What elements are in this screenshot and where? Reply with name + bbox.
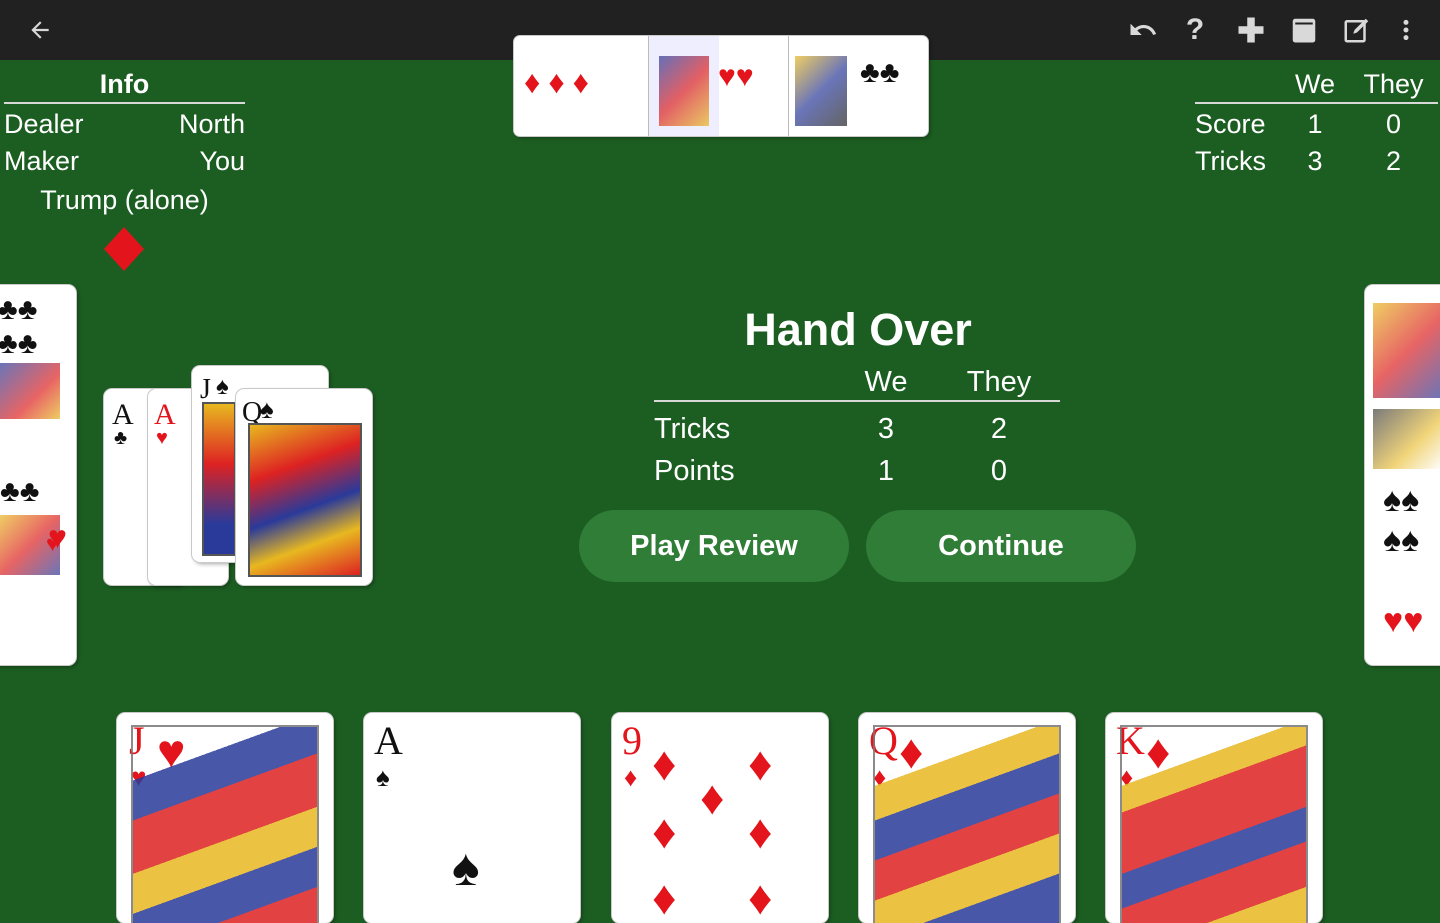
- card-suit: ♦: [624, 763, 638, 792]
- card-suit: ♠: [376, 763, 390, 792]
- pile-card: ♣♣ ♣♣: [0, 293, 38, 360]
- score-they: 0: [1385, 109, 1402, 139]
- divider: [654, 400, 1060, 402]
- card-pip: ♦: [748, 872, 773, 923]
- question-icon[interactable]: ?: [1175, 10, 1215, 50]
- hand-card-queen-diamonds[interactable]: Q ♦ ♦: [859, 713, 1075, 923]
- card-rank: 9: [622, 718, 642, 763]
- add-icon[interactable]: [1231, 10, 1271, 50]
- pile-card: ♥: [46, 531, 60, 556]
- pile-card: ♦ ♦ ♦: [524, 64, 589, 100]
- card-rank: A: [374, 718, 403, 763]
- row-they: 2: [990, 413, 1008, 445]
- face-art: [202, 402, 236, 556]
- maker-label: Maker: [4, 146, 80, 176]
- they-header: They: [966, 366, 1032, 398]
- hand-over-title: Hand Over: [744, 304, 972, 355]
- scoreboard-header: We They: [1195, 66, 1438, 102]
- pile-card: ♠♠ ♠♠: [1383, 482, 1420, 559]
- they-header: They: [1363, 69, 1424, 99]
- score-label: Score: [1195, 109, 1266, 139]
- pile-card: ♣♣: [860, 56, 900, 89]
- north-trick-pile: ♦ ♦ ♦ ♥♥ ♣♣: [514, 36, 928, 136]
- card-suit: ♥: [156, 427, 168, 449]
- score-we: 1: [1307, 109, 1323, 139]
- pile-card-face: [1373, 409, 1440, 469]
- card-suit: ♠: [260, 395, 274, 424]
- hand-card-nine-diamonds[interactable]: 9 ♦ ♦ ♦ ♦ ♦ ♦ ♦ ♦: [612, 713, 828, 923]
- pile-card-face: [788, 36, 855, 136]
- card-pip: ♦: [652, 738, 677, 791]
- row-label: Points: [654, 455, 735, 487]
- scoreboard: We They Score 1 0 Tricks 3 2: [1195, 66, 1438, 178]
- maker-row: Maker You: [4, 141, 245, 178]
- we-header: We: [1294, 69, 1335, 99]
- card-suit-large: ♠: [452, 840, 480, 897]
- edit-icon[interactable]: [1337, 10, 1377, 50]
- dealer-value: North: [178, 109, 245, 139]
- hand-over-header: We They: [654, 364, 1060, 400]
- dealer-row: Dealer North: [4, 104, 245, 141]
- tricks-we: 3: [1307, 146, 1323, 176]
- we-header: We: [864, 366, 908, 398]
- west-trick-pile: ♣♣ ♣♣ ♣♣ ♥ ♥: [0, 285, 76, 665]
- maker-value: You: [199, 146, 245, 176]
- hand-card-ace-spades[interactable]: A ♠ ♠: [364, 713, 580, 923]
- undo-icon[interactable]: [1123, 10, 1163, 50]
- row-we: 3: [877, 413, 895, 445]
- dealer-label: Dealer: [4, 109, 84, 139]
- pile-card: ♥♥: [1383, 603, 1424, 640]
- card-suit: ♠: [216, 374, 229, 400]
- pile-card-face: [0, 363, 60, 419]
- card-pip: ♦: [652, 806, 677, 859]
- pile-card: ♥♥: [718, 60, 754, 93]
- pile-card: ♣♣: [0, 475, 40, 508]
- card-suit: ♣: [114, 427, 128, 449]
- card-pip: ♦: [700, 772, 725, 825]
- face-art: [248, 423, 362, 577]
- trump-diamond-icon: [100, 225, 148, 273]
- pile-card-face: [648, 36, 719, 136]
- hand-over-table: We They Tricks 3 2 Points 1 0: [654, 364, 1060, 492]
- row-we: 1: [877, 455, 895, 487]
- trick-card-queen-spades: Q ♠: [236, 389, 372, 585]
- row-label: Tricks: [654, 413, 731, 445]
- tricks-label: Tricks: [1195, 146, 1266, 176]
- continue-button[interactable]: Continue: [866, 510, 1136, 582]
- trump-label: Trump (alone): [40, 185, 209, 215]
- hand-card-jack-hearts[interactable]: J ♥ ♥: [117, 713, 333, 923]
- card-stack-icon[interactable]: [1284, 10, 1324, 50]
- face-art: [873, 725, 1061, 923]
- card-pip: ♦: [748, 738, 773, 791]
- card-pip: ♦: [652, 872, 677, 923]
- score-row: Score 1 0: [1195, 104, 1438, 141]
- info-panel: Info Dealer North Maker You Trump (alone…: [4, 66, 245, 218]
- pile-card-face: [1373, 303, 1440, 398]
- tricks-they: 2: [1385, 146, 1402, 176]
- tricks-row: Tricks 3 2: [1195, 141, 1438, 178]
- hand-over-points-row: Points 1 0: [654, 450, 1060, 492]
- card-pip: ♦: [748, 806, 773, 859]
- face-art: [1120, 725, 1308, 923]
- hand-card-king-diamonds[interactable]: K ♦ ♦: [1106, 713, 1322, 923]
- arrow-left-icon[interactable]: [20, 10, 60, 50]
- row-they: 0: [990, 455, 1008, 487]
- hand-over-tricks-row: Tricks 3 2: [654, 408, 1060, 450]
- face-art: [131, 725, 319, 923]
- east-trick-pile: ♠♠ ♠♠ ♥♥: [1365, 285, 1440, 665]
- more-vert-icon[interactable]: [1386, 10, 1426, 50]
- info-title: Info: [99, 69, 150, 99]
- play-review-button[interactable]: Play Review: [579, 510, 849, 582]
